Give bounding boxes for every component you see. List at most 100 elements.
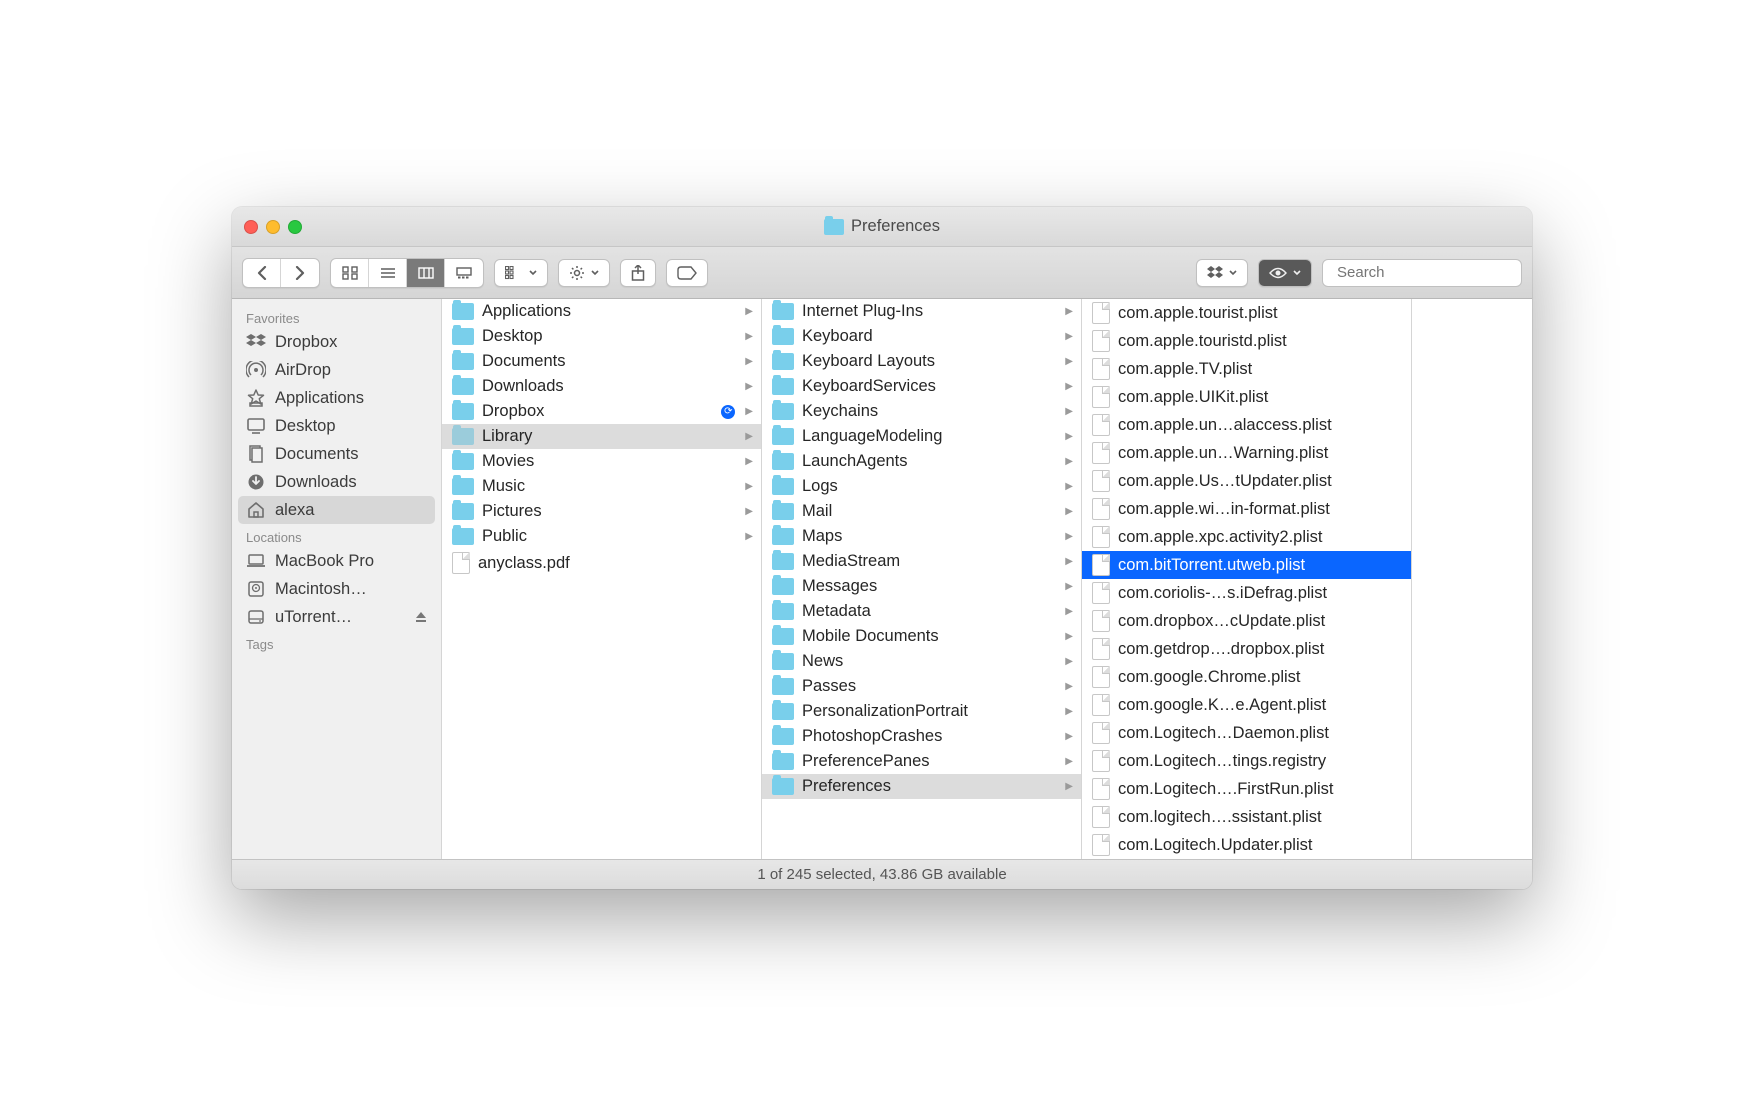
folder-row[interactable]: Metadata▶ [762, 599, 1081, 624]
file-row[interactable]: com.apple.UIKit.plist [1082, 383, 1411, 411]
folder-row[interactable]: PhotoshopCrashes▶ [762, 724, 1081, 749]
forward-button[interactable] [281, 259, 319, 287]
folder-row[interactable]: Mobile Documents▶ [762, 624, 1081, 649]
chevron-right-icon: ▶ [745, 481, 753, 492]
sidebar-item-desktop[interactable]: Desktop [232, 412, 441, 440]
file-icon [1092, 470, 1110, 492]
folder-row[interactable]: Public▶ [442, 524, 761, 549]
folder-row[interactable]: Movies▶ [442, 449, 761, 474]
sidebar-item-airdrop[interactable]: AirDrop [232, 356, 441, 384]
folder-row[interactable]: Keyboard▶ [762, 324, 1081, 349]
file-row[interactable]: com.Logitech.Updater.plist [1082, 831, 1411, 859]
row-label: Music [482, 477, 737, 496]
folder-row[interactable]: Internet Plug-Ins▶ [762, 299, 1081, 324]
folder-row[interactable]: Preferences▶ [762, 774, 1081, 799]
folder-row[interactable]: Keychains▶ [762, 399, 1081, 424]
folder-row[interactable]: PreferencePanes▶ [762, 749, 1081, 774]
sidebar-item-alexa[interactable]: alexa [238, 496, 435, 524]
folder-row[interactable]: LaunchAgents▶ [762, 449, 1081, 474]
minimize-button[interactable] [266, 220, 280, 234]
privacy-button[interactable] [1258, 259, 1312, 287]
view-gallery-button[interactable] [445, 259, 483, 287]
folder-row[interactable]: Downloads▶ [442, 374, 761, 399]
file-row[interactable]: com.apple.touristd.plist [1082, 327, 1411, 355]
file-row[interactable]: com.apple.un…Warning.plist [1082, 439, 1411, 467]
row-label: com.Logitech…Daemon.plist [1118, 724, 1403, 743]
chevron-right-icon: ▶ [1065, 581, 1073, 592]
row-label: com.coriolis-…s.iDefrag.plist [1118, 584, 1403, 603]
file-row[interactable]: com.bitTorrent.utweb.plist [1082, 551, 1411, 579]
view-column-button[interactable] [407, 259, 445, 287]
file-icon [1092, 638, 1110, 660]
folder-icon [452, 453, 474, 470]
folder-row[interactable]: MediaStream▶ [762, 549, 1081, 574]
file-row[interactable]: com.google.K…e.Agent.plist [1082, 691, 1411, 719]
file-row[interactable]: com.apple.TV.plist [1082, 355, 1411, 383]
chevron-down-icon [1229, 270, 1237, 276]
file-row[interactable]: anyclass.pdf [442, 549, 761, 577]
search-field[interactable] [1322, 259, 1522, 287]
folder-row[interactable]: Music ▶ [442, 474, 761, 499]
file-row[interactable]: com.google.Chrome.plist [1082, 663, 1411, 691]
folder-row[interactable]: Applications▶ [442, 299, 761, 324]
file-row[interactable]: com.Logitech….FirstRun.plist [1082, 775, 1411, 803]
row-label: PreferencePanes [802, 752, 1057, 771]
file-icon [1092, 414, 1110, 436]
column-3[interactable]: com.apple.tourist.plistcom.apple.tourist… [1082, 299, 1412, 859]
back-button[interactable] [243, 259, 281, 287]
file-row[interactable]: com.apple.xpc.activity2.plist [1082, 523, 1411, 551]
folder-row[interactable]: KeyboardServices▶ [762, 374, 1081, 399]
sidebar-item-documents[interactable]: Documents [232, 440, 441, 468]
dropbox-button[interactable] [1196, 259, 1248, 287]
folder-row[interactable]: Mail▶ [762, 499, 1081, 524]
folder-row[interactable]: News▶ [762, 649, 1081, 674]
sidebar-item-macintosh-[interactable]: Macintosh… [232, 575, 441, 603]
file-row[interactable]: com.apple.Us…tUpdater.plist [1082, 467, 1411, 495]
folder-row[interactable]: PersonalizationPortrait▶ [762, 699, 1081, 724]
file-row[interactable]: com.Logitech…tings.registry [1082, 747, 1411, 775]
view-icon-button[interactable] [331, 259, 369, 287]
view-list-button[interactable] [369, 259, 407, 287]
file-icon [452, 552, 470, 574]
tags-button[interactable] [666, 259, 708, 287]
folder-row[interactable]: Documents▶ [442, 349, 761, 374]
sidebar-item-utorrent-[interactable]: uTorrent… [232, 603, 441, 631]
folder-row[interactable]: Logs▶ [762, 474, 1081, 499]
row-label: com.apple.un…Warning.plist [1118, 444, 1403, 463]
column-1[interactable]: Applications▶Desktop▶Documents▶Downloads… [442, 299, 762, 859]
action-button[interactable] [558, 259, 610, 287]
file-row[interactable]: com.apple.tourist.plist [1082, 299, 1411, 327]
file-icon [1092, 582, 1110, 604]
file-row[interactable]: com.logitech….ssistant.plist [1082, 803, 1411, 831]
folder-row[interactable]: Keyboard Layouts▶ [762, 349, 1081, 374]
sidebar-item-macbook-pro[interactable]: MacBook Pro [232, 547, 441, 575]
file-row[interactable]: com.coriolis-…s.iDefrag.plist [1082, 579, 1411, 607]
file-row[interactable]: com.Logitech…Daemon.plist [1082, 719, 1411, 747]
folder-row[interactable]: LanguageModeling▶ [762, 424, 1081, 449]
file-row[interactable]: com.dropbox…cUpdate.plist [1082, 607, 1411, 635]
chevron-down-icon [529, 270, 537, 276]
folder-row[interactable]: Messages▶ [762, 574, 1081, 599]
group-button[interactable] [494, 259, 548, 287]
folder-row[interactable]: Maps▶ [762, 524, 1081, 549]
close-button[interactable] [244, 220, 258, 234]
chevron-right-icon: ▶ [1065, 381, 1073, 392]
folder-row[interactable]: Desktop▶ [442, 324, 761, 349]
file-row[interactable]: com.apple.wi…in-format.plist [1082, 495, 1411, 523]
share-button[interactable] [620, 259, 656, 287]
folder-row[interactable]: Library▶ [442, 424, 761, 449]
folder-row[interactable]: Dropbox⟳▶ [442, 399, 761, 424]
column-2[interactable]: Internet Plug-Ins▶Keyboard▶Keyboard Layo… [762, 299, 1082, 859]
file-row[interactable]: com.getdrop….dropbox.plist [1082, 635, 1411, 663]
sidebar-item-dropbox[interactable]: Dropbox [232, 328, 441, 356]
sidebar-item-downloads[interactable]: Downloads [232, 468, 441, 496]
chevron-right-icon: ▶ [1065, 631, 1073, 642]
sidebar-item-applications[interactable]: Applications [232, 384, 441, 412]
folder-row[interactable]: Passes▶ [762, 674, 1081, 699]
eject-icon[interactable] [415, 611, 427, 623]
search-input[interactable] [1337, 264, 1532, 281]
folder-row[interactable]: Pictures▶ [442, 499, 761, 524]
zoom-button[interactable] [288, 220, 302, 234]
file-icon [1092, 750, 1110, 772]
file-row[interactable]: com.apple.un…alaccess.plist [1082, 411, 1411, 439]
